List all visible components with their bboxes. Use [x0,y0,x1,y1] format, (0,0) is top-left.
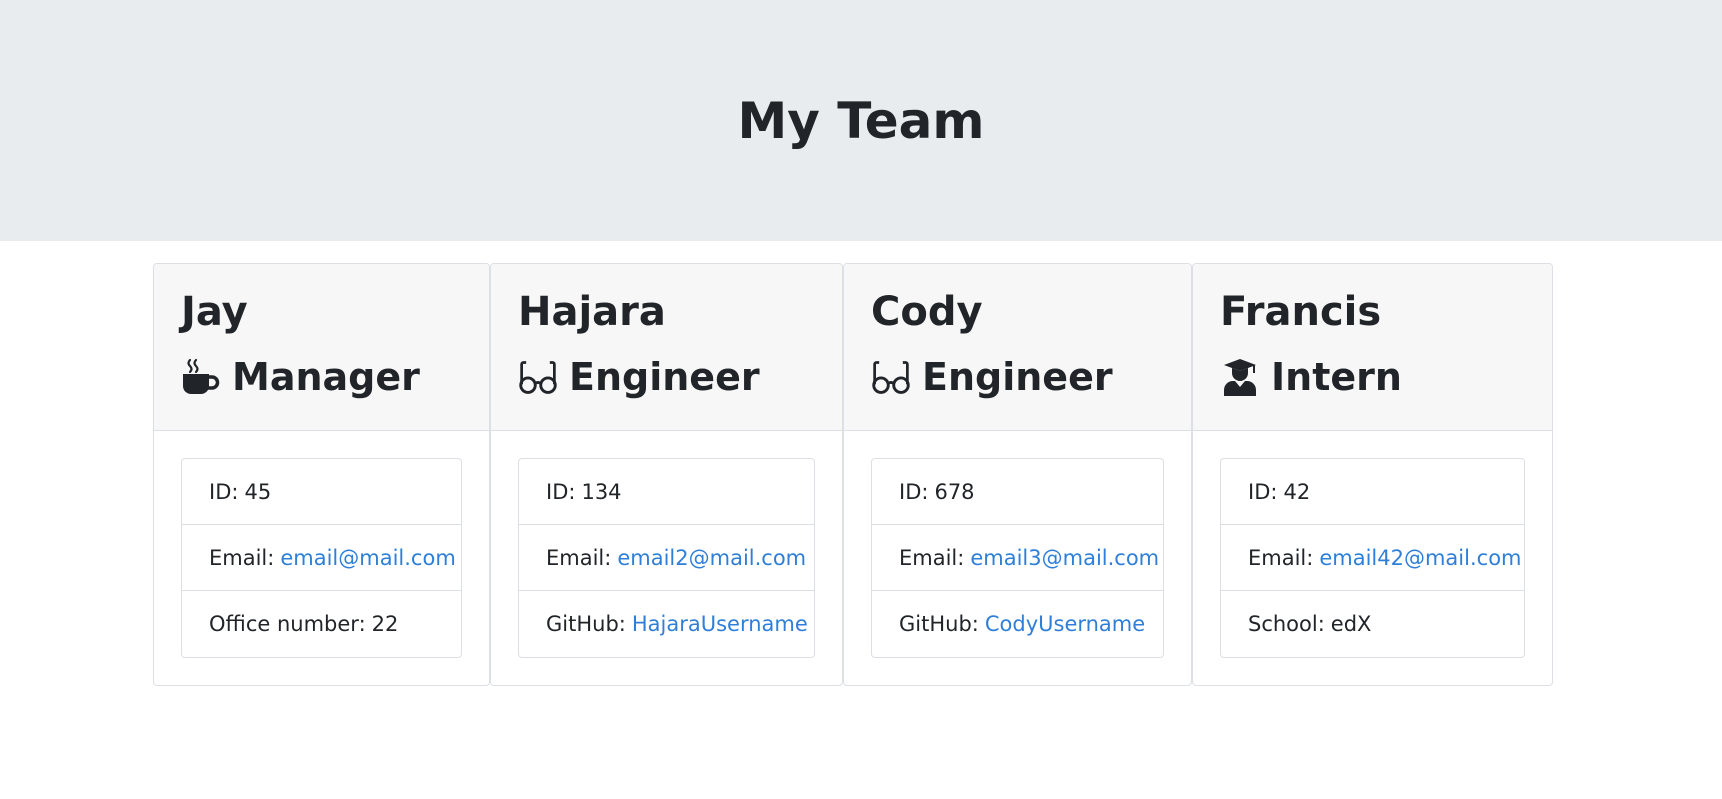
list-item-id: ID: 45 [182,459,461,525]
details-list: ID: 678 Email: email3@mail.com GitHub: C… [871,458,1164,658]
list-item-email: Email: email@mail.com [182,525,461,591]
list-item-office: Office number: 22 [182,591,461,657]
email-link[interactable]: email@mail.com [280,546,455,570]
employee-role-label: Engineer [569,355,760,399]
list-item-id: ID: 134 [519,459,814,525]
list-item-email: Email: email3@mail.com [872,525,1163,591]
page-title: My Team [737,91,985,150]
employee-role: Engineer [871,350,1164,404]
employee-name: Cody [871,289,983,335]
email-link[interactable]: email42@mail.com [1319,546,1521,570]
employee-name: Jay [181,289,248,335]
employee-card: Jay Manager ID: 45 Email: email@mail.com [153,263,490,686]
email-label: Email: [209,545,275,570]
github-label: GitHub: [899,612,979,636]
id-label: ID: [546,479,576,504]
card-header: Hajara Engineer [491,264,842,431]
card-header: Francis Intern [1193,264,1552,431]
email-link[interactable]: email2@mail.com [617,546,806,570]
github-link[interactable]: HajaraUsername [632,612,808,636]
email-link[interactable]: email3@mail.com [970,546,1159,570]
school-label: School: [1248,612,1325,636]
id-label: ID: [899,479,929,504]
id-label: ID: [209,479,239,504]
list-item-github: GitHub: CodyUsername [872,591,1163,657]
card-header: Jay Manager [154,264,489,431]
glasses-icon [518,357,558,397]
employee-role: Manager [181,350,462,404]
employee-role-label: Manager [232,355,420,399]
id-value: 678 [934,479,975,504]
github-label: GitHub: [546,612,626,636]
card-body: ID: 678 Email: email3@mail.com GitHub: C… [844,431,1191,685]
list-item-id: ID: 42 [1221,459,1524,525]
employee-role-label: Engineer [922,355,1113,399]
header-banner: My Team [0,0,1722,241]
list-item-school: School: edX [1221,591,1524,657]
graduate-icon [1220,357,1260,397]
coffee-mug-icon [181,357,221,397]
id-value: 42 [1283,479,1311,504]
email-label: Email: [899,545,965,570]
glasses-icon [871,357,911,397]
id-value: 45 [244,479,272,504]
card-body: ID: 45 Email: email@mail.com Office numb… [154,431,489,685]
card-body: ID: 42 Email: email42@mail.com School: e… [1193,431,1552,685]
school-value: edX [1330,612,1372,636]
employee-card: Hajara Engineer ID: 134 Email: email2@ma… [490,263,843,686]
details-list: ID: 134 Email: email2@mail.com GitHub: H… [518,458,815,658]
employee-card: Cody Engineer ID: 678 Email: email3@mail… [843,263,1192,686]
office-value: 22 [371,612,399,636]
details-list: ID: 42 Email: email42@mail.com School: e… [1220,458,1525,658]
card-header: Cody Engineer [844,264,1191,431]
details-list: ID: 45 Email: email@mail.com Office numb… [181,458,462,658]
employee-name: Hajara [518,289,666,335]
email-label: Email: [1248,545,1314,570]
id-label: ID: [1248,479,1278,504]
id-value: 134 [581,479,622,504]
list-item-email: Email: email2@mail.com [519,525,814,591]
employee-card: Francis Intern ID: 42 Email: email42@mai… [1192,263,1553,686]
github-link[interactable]: CodyUsername [985,612,1145,636]
card-body: ID: 134 Email: email2@mail.com GitHub: H… [491,431,842,685]
email-label: Email: [546,545,612,570]
employee-name: Francis [1220,289,1382,335]
office-label: Office number: [209,612,366,636]
list-item-github: GitHub: HajaraUsername [519,591,814,657]
list-item-email: Email: email42@mail.com [1221,525,1524,591]
employee-role: Intern [1220,350,1525,404]
employee-role: Engineer [518,350,815,404]
employee-role-label: Intern [1271,355,1402,399]
list-item-id: ID: 678 [872,459,1163,525]
